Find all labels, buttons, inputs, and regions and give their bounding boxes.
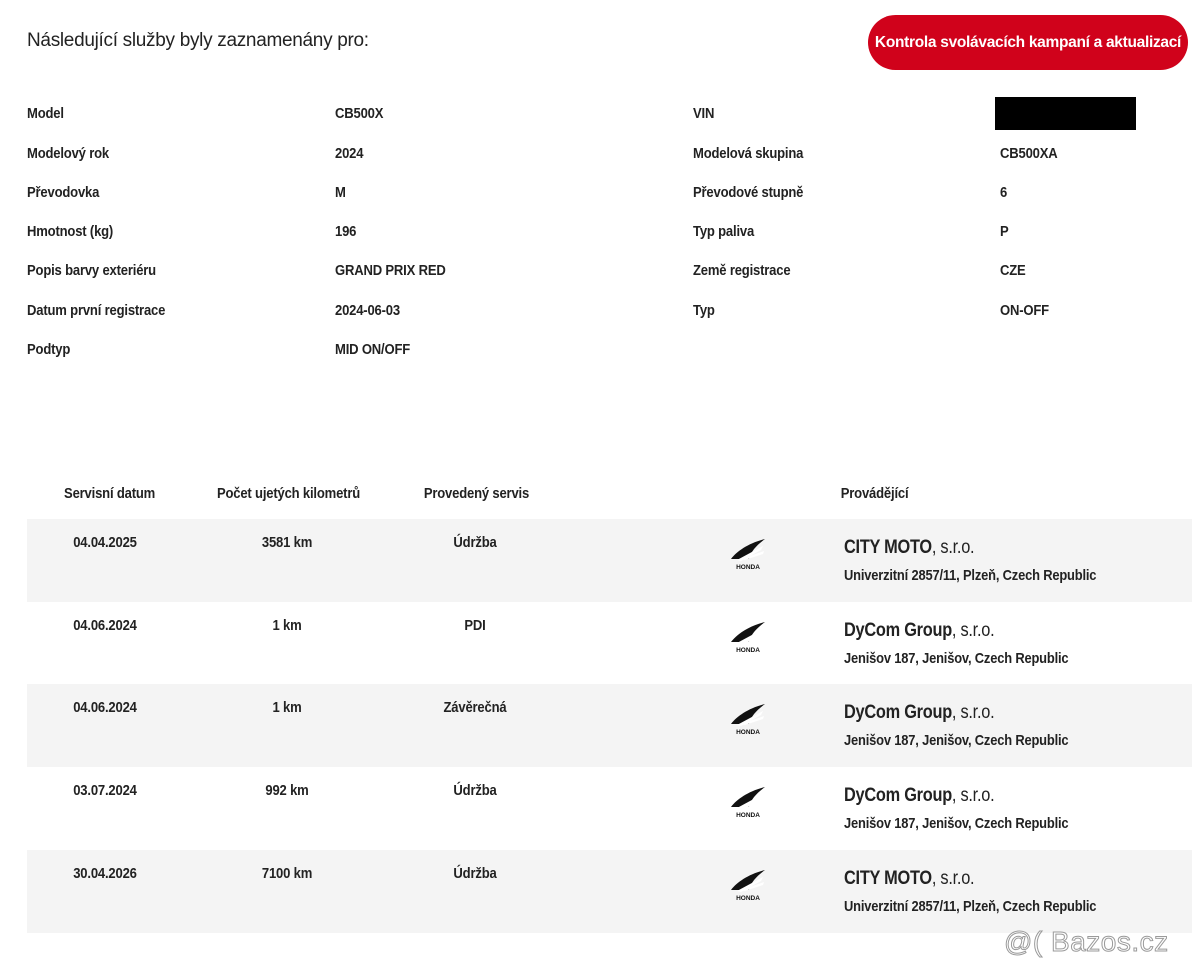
spec-label: Podtyp	[27, 342, 71, 358]
spec-label: Hmotnost (kg)	[27, 224, 114, 240]
honda-wing-icon: HONDA	[731, 622, 765, 654]
dealer-suffix: , s.r.o.	[931, 868, 975, 889]
spec-value: CB500X	[335, 106, 384, 122]
mileage: 3581 km	[261, 535, 313, 551]
bazos-watermark: @( Bazos.cz	[1004, 926, 1169, 958]
honda-logo-text: HONDA	[736, 564, 760, 571]
dealer-address: Jenišov 187, Jenišov, Czech Republic	[844, 732, 1069, 749]
service-type: Závěrečná	[443, 700, 507, 716]
dealer-brand: CITY MOTO	[844, 868, 932, 889]
mileage: 1 km	[272, 618, 302, 634]
honda-wing-icon: HONDA	[731, 787, 765, 819]
spec-label: Datum první registrace	[27, 303, 166, 319]
service-date: 03.07.2024	[73, 783, 137, 799]
dealer-name: CITY MOTO, s.r.o.	[844, 868, 975, 890]
honda-logo-text: HONDA	[736, 812, 760, 819]
dealer-name: DyCom Group, s.r.o.	[844, 702, 995, 724]
column-header-dealer: Provádějící	[840, 486, 909, 502]
spec-label: Popis barvy exteriéru	[27, 263, 156, 279]
service-type: Údržba	[453, 783, 497, 799]
intro-text: Následující služby byly zaznamenány pro:	[27, 30, 369, 51]
honda-wing-icon: HONDA	[731, 539, 765, 571]
service-type: Údržba	[453, 866, 497, 882]
dealer-name: DyCom Group, s.r.o.	[844, 785, 995, 807]
table-row: 04.04.2025 3581 km Údržba HONDA CITY MOT…	[27, 519, 1192, 602]
spec-value: 2024	[335, 146, 364, 162]
spec-value: 196	[335, 224, 357, 240]
dealer-brand: DyCom Group	[844, 702, 952, 723]
dealer-suffix: , s.r.o.	[931, 537, 975, 558]
column-header-km: Počet ujetých kilometrů	[216, 486, 361, 502]
table-row: 04.06.2024 1 km Závěrečná HONDA DyCom Gr…	[27, 684, 1192, 767]
service-date: 04.06.2024	[73, 700, 137, 716]
spec-value: CB500XA	[1000, 146, 1058, 162]
service-date: 04.04.2025	[73, 535, 137, 551]
table-row: 04.06.2024 1 km PDI HONDA DyCom Group, s…	[27, 602, 1192, 685]
dealer-address: Jenišov 187, Jenišov, Czech Republic	[844, 815, 1069, 832]
honda-wing-icon: HONDA	[731, 870, 765, 902]
spec-value: 2024-06-03	[335, 303, 400, 319]
spec-value: ON-OFF	[1000, 303, 1049, 319]
spec-value: M	[335, 185, 346, 201]
recall-check-button[interactable]: Kontrola svolávacích kampaní a aktualiza…	[868, 15, 1188, 70]
dealer-address: Univerzitní 2857/11, Plzeň, Czech Republ…	[844, 898, 1097, 915]
table-row: 03.07.2024 992 km Údržba HONDA DyCom Gro…	[27, 767, 1192, 850]
mileage: 1 km	[272, 700, 302, 716]
spec-label: Typ paliva	[693, 224, 755, 240]
column-header-date: Servisní datum	[64, 486, 156, 502]
spec-value: MID ON/OFF	[335, 342, 411, 358]
spec-label: Typ	[693, 303, 715, 319]
spec-label: VIN	[693, 106, 715, 122]
spec-label: Model	[27, 106, 64, 122]
dealer-name: DyCom Group, s.r.o.	[844, 620, 995, 642]
spec-value: GRAND PRIX RED	[335, 263, 446, 279]
spec-label: Převodovka	[27, 185, 100, 201]
spec-value: P	[1000, 224, 1009, 240]
honda-wing-icon: HONDA	[731, 704, 765, 736]
vin-redacted-box	[995, 97, 1136, 130]
spec-value: CZE	[1000, 263, 1026, 279]
dealer-brand: CITY MOTO	[844, 537, 932, 558]
dealer-suffix: , s.r.o.	[951, 702, 995, 723]
spec-label: Modelový rok	[27, 146, 109, 162]
spec-label: Modelová skupina	[693, 146, 804, 162]
honda-logo-text: HONDA	[736, 895, 760, 902]
dealer-suffix: , s.r.o.	[951, 785, 995, 806]
spec-value: 6	[1000, 185, 1008, 201]
mileage: 7100 km	[261, 866, 313, 882]
honda-logo-text: HONDA	[736, 647, 760, 654]
dealer-address: Univerzitní 2857/11, Plzeň, Czech Republ…	[844, 567, 1097, 584]
dealer-address: Jenišov 187, Jenišov, Czech Republic	[844, 650, 1069, 667]
dealer-name: CITY MOTO, s.r.o.	[844, 537, 975, 559]
column-header-service: Provedený servis	[423, 486, 530, 502]
service-date: 30.04.2026	[73, 866, 137, 882]
dealer-brand: DyCom Group	[844, 620, 952, 641]
service-type: PDI	[464, 618, 486, 634]
dealer-suffix: , s.r.o.	[951, 620, 995, 641]
dealer-brand: DyCom Group	[844, 785, 952, 806]
honda-logo-text: HONDA	[736, 729, 760, 736]
mileage: 992 km	[265, 783, 309, 799]
service-date: 04.06.2024	[73, 618, 137, 634]
spec-label: Země registrace	[693, 263, 791, 279]
service-type: Údržba	[453, 535, 497, 551]
spec-label: Převodové stupně	[693, 185, 804, 201]
table-row: 30.04.2026 7100 km Údržba HONDA CITY MOT…	[27, 850, 1192, 933]
